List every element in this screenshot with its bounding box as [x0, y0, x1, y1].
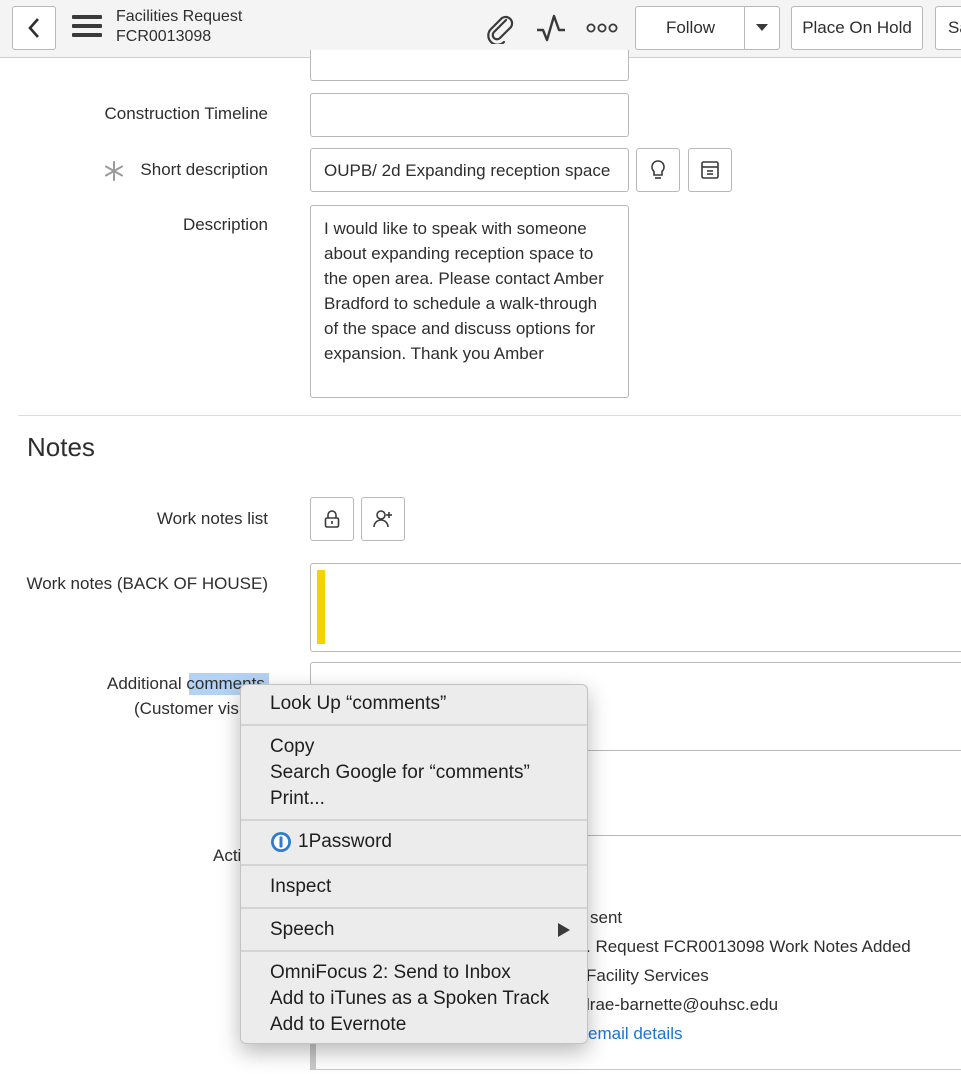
form-title: Facilities Request — [116, 8, 243, 25]
menu-separator — [241, 724, 587, 726]
notes-section-title: Notes — [27, 432, 95, 462]
menu-separator — [241, 864, 587, 866]
short-description-label: Short description — [140, 160, 268, 179]
more-options-icon[interactable] — [586, 18, 618, 38]
back-button[interactable] — [12, 6, 56, 50]
knowledge-search-button[interactable] — [688, 148, 732, 192]
work-notes-label: Work notes (BACK OF HOUSE) — [26, 574, 268, 593]
short-description-input[interactable]: OUPB/ 2d Expanding reception space — [310, 148, 629, 192]
add-user-icon — [373, 510, 392, 528]
work-notes-list-label: Work notes list — [156, 509, 268, 528]
description-textarea[interactable]: I would like to speak with someone about… — [310, 205, 629, 398]
chevron-left-icon — [28, 18, 39, 38]
activity-email-to: lrae-barnette@ouhsc.edu — [586, 995, 779, 1014]
record-number: FCR0013098 — [116, 28, 212, 45]
menu-item-speech[interactable]: Speech — [270, 919, 334, 941]
additional-comments-prefix: Additional — [107, 674, 187, 693]
lightbulb-icon — [651, 160, 665, 179]
follow-button[interactable]: Follow — [635, 6, 745, 50]
menu-item-add-to-evernote[interactable]: Add to Evernote — [270, 1014, 406, 1036]
menu-separator — [241, 907, 587, 909]
context-menu: Look Up “comments” Copy Search Google fo… — [240, 684, 588, 1044]
place-on-hold-button[interactable]: Place On Hold — [791, 6, 923, 50]
description-label: Description — [182, 215, 268, 234]
construction-timeline-label: Construction Timeline — [104, 104, 268, 123]
activity-pulse-icon[interactable] — [535, 12, 567, 44]
activity-label: Acti — [213, 846, 242, 865]
additional-comments-extension — [586, 750, 961, 836]
activity-sent-status: sent — [590, 908, 623, 927]
menu-separator — [241, 819, 587, 821]
hamburger-menu-icon[interactable] — [72, 15, 102, 41]
menu-item-print[interactable]: Print... — [270, 788, 325, 810]
follow-dropdown-button[interactable] — [744, 6, 780, 50]
menu-item-look-up[interactable]: Look Up “comments” — [270, 693, 446, 715]
mandatory-asterisk-icon — [105, 161, 123, 181]
paperclip-icon[interactable] — [484, 12, 516, 44]
caret-down-icon — [756, 24, 768, 31]
lock-icon — [324, 510, 340, 528]
save-button[interactable]: Save — [935, 6, 961, 50]
add-me-button[interactable] — [361, 497, 405, 541]
menu-item-copy[interactable]: Copy — [270, 736, 314, 758]
additional-comments-label-line2: (Customer visi — [134, 699, 243, 718]
construction-timeline-input[interactable] — [310, 93, 629, 137]
onepassword-label: 1Password — [298, 831, 392, 852]
menu-item-1password[interactable]: 1Password — [270, 831, 392, 853]
menu-item-omnifocus[interactable]: OmniFocus 2: Send to Inbox — [270, 962, 511, 984]
partial-field-top[interactable] — [310, 50, 629, 81]
menu-item-inspect[interactable]: Inspect — [270, 876, 331, 898]
work-notes-textarea[interactable] — [310, 563, 961, 652]
email-details-link[interactable]: email details — [588, 1024, 683, 1044]
submenu-arrow-icon — [558, 923, 570, 937]
onepassword-icon — [271, 832, 291, 852]
activity-email-from: Facility Services — [586, 966, 709, 985]
menu-item-add-to-itunes[interactable]: Add to iTunes as a Spoken Track — [270, 988, 549, 1010]
section-divider — [18, 415, 961, 416]
suggestion-button[interactable] — [636, 148, 680, 192]
menu-item-search-google[interactable]: Search Google for “comments” — [270, 762, 530, 784]
lock-work-notes-list-button[interactable] — [310, 497, 354, 541]
activity-email-subject: . Request FCR0013098 Work Notes Added — [586, 937, 911, 956]
work-notes-indicator-bar — [317, 570, 325, 644]
archive-box-icon — [701, 161, 719, 179]
menu-separator — [241, 950, 587, 952]
